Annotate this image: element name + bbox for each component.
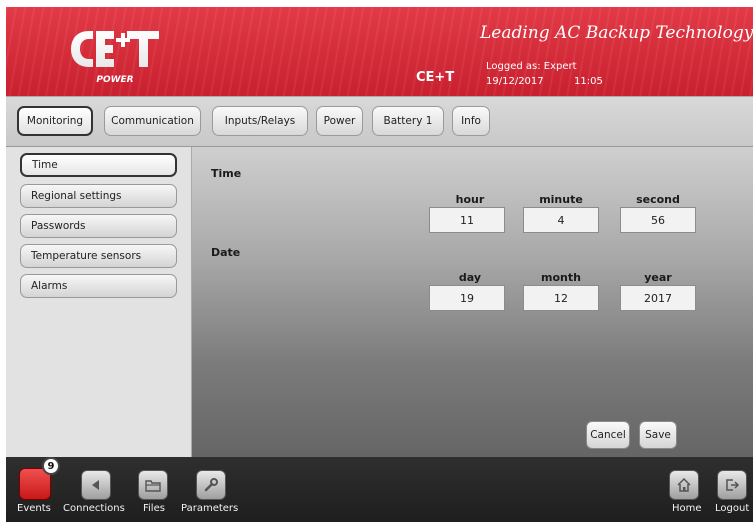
hour-field[interactable]: 11 (429, 207, 505, 233)
files-label[interactable]: Files (143, 503, 165, 514)
sidebar: Time Regional settings Passwords Tempera… (6, 147, 192, 457)
tab-inputs-relays[interactable]: Inputs/Relays (212, 106, 308, 136)
tab-battery-1[interactable]: Battery 1 (372, 106, 444, 136)
tab-bar: Monitoring Communication Inputs/Relays P… (6, 96, 753, 147)
tab-monitoring[interactable]: Monitoring (17, 106, 93, 136)
back-arrow-icon[interactable] (81, 470, 111, 500)
month-label: month (541, 271, 581, 284)
sidebar-item-time[interactable]: Time (20, 153, 177, 177)
day-field[interactable]: 19 (429, 285, 505, 311)
save-button[interactable]: Save (639, 421, 677, 449)
month-field[interactable]: 12 (523, 285, 599, 311)
events-label[interactable]: Events (17, 503, 51, 514)
parameters-label[interactable]: Parameters (181, 503, 238, 514)
main-panel: Time hour minute second 11 4 56 Date day… (192, 147, 753, 457)
brand-name: CE+T (416, 70, 455, 85)
logo-sub-text: POWER (96, 75, 133, 85)
logout-icon[interactable] (717, 470, 747, 500)
header-banner: POWER Leading AC Backup Technology CE+T … (6, 7, 753, 96)
minute-label: minute (539, 193, 583, 206)
tab-info[interactable]: Info (452, 106, 490, 136)
sidebar-item-regional-settings[interactable]: Regional settings (20, 184, 177, 208)
home-icon[interactable] (669, 470, 699, 500)
logged-as-text: Logged as: Expert (486, 61, 577, 72)
logout-label[interactable]: Logout (715, 503, 749, 514)
year-label: year (644, 271, 672, 284)
hour-label: hour (455, 193, 485, 206)
minute-field[interactable]: 4 (523, 207, 599, 233)
events-count-badge: 9 (42, 457, 60, 475)
footer-bar: 9 Events Connections Files Parameters Ho… (6, 457, 753, 522)
sidebar-item-passwords[interactable]: Passwords (20, 214, 177, 238)
second-label: second (636, 193, 680, 206)
tab-power[interactable]: Power (316, 106, 363, 136)
cancel-button[interactable]: Cancel (586, 421, 630, 449)
date-section-title: Date (211, 246, 241, 259)
home-label[interactable]: Home (672, 503, 702, 514)
cet-power-logo: POWER (71, 31, 159, 85)
time-section-title: Time (211, 167, 242, 180)
tab-communication[interactable]: Communication (104, 106, 201, 136)
tagline: Leading AC Backup Technology (480, 23, 753, 43)
header-time: 11:05 (574, 76, 603, 87)
sidebar-item-alarms[interactable]: Alarms (20, 274, 177, 298)
connections-label[interactable]: Connections (63, 503, 125, 514)
folder-icon[interactable] (138, 470, 168, 500)
year-field[interactable]: 2017 (620, 285, 696, 311)
sidebar-item-temperature-sensors[interactable]: Temperature sensors (20, 244, 177, 268)
header-date: 19/12/2017 (486, 76, 544, 87)
wrench-icon[interactable] (196, 470, 226, 500)
day-label: day (458, 271, 482, 284)
second-field[interactable]: 56 (620, 207, 696, 233)
